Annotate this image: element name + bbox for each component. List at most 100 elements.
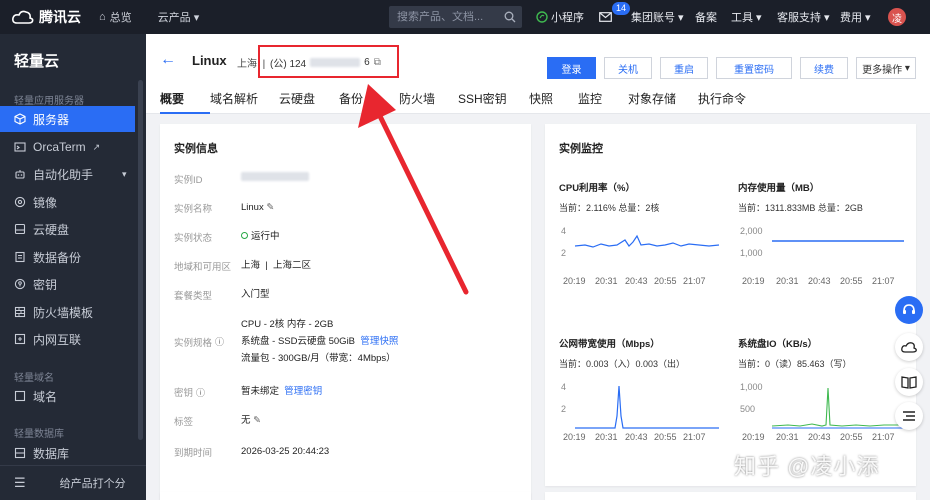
tools-label: 工具 bbox=[731, 12, 753, 24]
tab-dns[interactable]: 域名解析 bbox=[210, 90, 279, 114]
tab-object-storage[interactable]: 对象存储 bbox=[628, 90, 698, 114]
edit-icon[interactable]: ✎ bbox=[266, 202, 274, 213]
sidebar-item-key[interactable]: 密钥 bbox=[0, 271, 135, 297]
bandwidth-series-line bbox=[575, 385, 719, 429]
y-tick: 1,000 bbox=[740, 248, 763, 258]
info-circle-icon[interactable]: ⓘ bbox=[215, 335, 224, 348]
database-icon bbox=[14, 447, 26, 459]
sidebar-scrollbar[interactable] bbox=[138, 80, 143, 440]
chevron-down-icon: ▾ bbox=[824, 11, 830, 24]
sidebar-item-label: OrcaTerm bbox=[33, 140, 86, 154]
cloud-icon bbox=[901, 342, 917, 353]
list-icon bbox=[903, 411, 915, 421]
login-button[interactable]: 登录 bbox=[547, 57, 596, 79]
image-icon bbox=[14, 196, 26, 208]
tab-ssh-key[interactable]: SSH密钥 bbox=[458, 90, 529, 114]
search-input[interactable] bbox=[397, 11, 497, 23]
x-tick: 20:31 bbox=[776, 432, 799, 442]
sidebar-item-label: 数据库 bbox=[33, 446, 70, 461]
robot-icon bbox=[15, 170, 25, 179]
x-tick: 20:31 bbox=[776, 276, 799, 286]
info-row-key: 密钥 ⓘ 暂未绑定 管理密钥 bbox=[174, 384, 322, 400]
cloud-shell-button[interactable] bbox=[895, 333, 923, 361]
list-menu-button[interactable] bbox=[895, 402, 923, 430]
mini-program-link[interactable]: 小程序 bbox=[536, 0, 584, 34]
next-card-right bbox=[545, 492, 916, 500]
shutdown-button[interactable]: 关机 bbox=[604, 57, 652, 79]
billing-menu[interactable]: 费用 ▾ bbox=[840, 0, 871, 34]
home-icon: ⌂ bbox=[99, 11, 106, 23]
group-account-menu[interactable]: 集团账号 ▾ bbox=[631, 0, 684, 34]
restart-button[interactable]: 重启 bbox=[660, 57, 708, 79]
cpu-chart-title: CPU利用率（%） bbox=[559, 183, 636, 194]
action-buttons: 登录 关机 重启 重置密码 续费 更多操作 ▾ bbox=[547, 57, 916, 79]
cloud-products-menu[interactable]: 云产品 ▾ bbox=[158, 9, 200, 25]
manage-snapshot-link[interactable]: 管理快照 bbox=[360, 336, 398, 347]
renew-button[interactable]: 续费 bbox=[800, 57, 848, 79]
tag-value: 无 ✎ bbox=[241, 413, 261, 429]
tab-backup[interactable]: 备份 bbox=[339, 90, 399, 114]
info-row-zone: 地域和可用区 上海 | 上海二区 bbox=[174, 258, 311, 274]
external-link-icon: ↗ bbox=[92, 141, 101, 152]
collapse-menu-icon[interactable]: ☰ bbox=[14, 475, 26, 491]
zone-value: 上海 | 上海二区 bbox=[241, 260, 312, 271]
x-tick: 20:43 bbox=[625, 276, 648, 286]
sidebar-item-backup[interactable]: 数据备份 bbox=[0, 244, 135, 270]
x-tick: 20:19 bbox=[563, 276, 586, 286]
sidebar-item-firewall-template[interactable]: 防火墙模板 bbox=[0, 299, 135, 325]
info-row-package: 套餐类型 入门型 bbox=[174, 287, 270, 303]
copy-icon[interactable]: ⧉ bbox=[374, 57, 381, 68]
sidebar-item-automation[interactable]: 自动化助手 ▾ bbox=[0, 161, 135, 187]
tools-menu[interactable]: 工具 ▾ bbox=[731, 0, 762, 34]
x-tick: 20:43 bbox=[625, 432, 648, 442]
sidebar-item-label: 域名 bbox=[33, 389, 58, 404]
support-chat-button[interactable] bbox=[895, 296, 923, 324]
tab-cloud-disk[interactable]: 云硬盘 bbox=[279, 90, 339, 114]
message-button[interactable] bbox=[599, 0, 612, 34]
rate-product-link[interactable]: 给产品打个分 bbox=[60, 475, 126, 491]
x-tick: 20:43 bbox=[808, 432, 831, 442]
sidebar-item-database[interactable]: 数据库 bbox=[0, 440, 135, 466]
avatar[interactable]: 凌 bbox=[888, 8, 906, 26]
docs-button[interactable] bbox=[895, 368, 923, 396]
sidebar-group-label: 轻量域名 bbox=[14, 373, 54, 384]
support-menu[interactable]: 客服支持 ▾ bbox=[777, 0, 830, 34]
brand-logo[interactable]: 腾讯云 bbox=[12, 7, 81, 27]
tab-monitor[interactable]: 监控 bbox=[578, 90, 628, 114]
cloud-logo-icon bbox=[12, 10, 34, 24]
info-row-id: 实例ID bbox=[174, 171, 309, 187]
search-box[interactable] bbox=[389, 6, 522, 28]
sidebar-item-orcaterm[interactable]: OrcaTerm ↗ bbox=[0, 134, 135, 160]
manage-key-link[interactable]: 管理密钥 bbox=[284, 386, 322, 397]
info-circle-icon[interactable]: ⓘ bbox=[196, 386, 205, 399]
sidebar-item-image[interactable]: 镜像 bbox=[0, 189, 135, 215]
instance-header: ← Linux 上海 | (公) 124 6 ⧉ 登录 关机 重启 重置密码 续费… bbox=[146, 34, 930, 114]
info-key: 实例规格 ⓘ bbox=[174, 316, 241, 367]
y-tick: 4 bbox=[561, 226, 566, 236]
network-icon bbox=[14, 333, 26, 345]
tab-bar: 概要 域名解析 云硬盘 备份 防火墙 SSH密钥 快照 监控 对象存储 执行命令 bbox=[160, 90, 768, 114]
tab-snapshot[interactable]: 快照 bbox=[529, 90, 578, 114]
info-key: 标签 bbox=[174, 417, 194, 428]
sidebar-item-intranet[interactable]: 内网互联 bbox=[0, 326, 135, 352]
cpu-chart: 4 2 20:19 20:31 20:43 20:55 21:07 bbox=[561, 226, 720, 286]
message-count-badge: 14 bbox=[612, 2, 631, 15]
edit-icon[interactable]: ✎ bbox=[253, 415, 261, 426]
x-tick: 20:19 bbox=[742, 276, 765, 286]
instance-name: Linux ✎ bbox=[241, 200, 274, 216]
mail-icon bbox=[599, 12, 612, 22]
more-actions-button[interactable]: 更多操作 ▾ bbox=[856, 57, 916, 79]
x-tick: 21:07 bbox=[872, 432, 895, 442]
sidebar-item-domain[interactable]: 域名 bbox=[0, 383, 135, 409]
reset-password-button[interactable]: 重置密码 bbox=[716, 57, 792, 79]
filing-link[interactable]: 备案 bbox=[695, 0, 717, 34]
search-icon[interactable] bbox=[504, 11, 516, 23]
sidebar-item-server[interactable]: 服务器 bbox=[0, 106, 135, 132]
tab-overview[interactable]: 概要 bbox=[160, 90, 210, 114]
back-arrow-icon[interactable]: ← bbox=[160, 51, 176, 69]
overview-link[interactable]: ⌂ 总览 bbox=[99, 9, 132, 25]
tab-run-command[interactable]: 执行命令 bbox=[698, 90, 768, 114]
tab-firewall[interactable]: 防火墙 bbox=[399, 90, 458, 114]
sidebar-item-disk[interactable]: 云硬盘 bbox=[0, 216, 135, 242]
group-account-label: 集团账号 bbox=[631, 12, 675, 24]
